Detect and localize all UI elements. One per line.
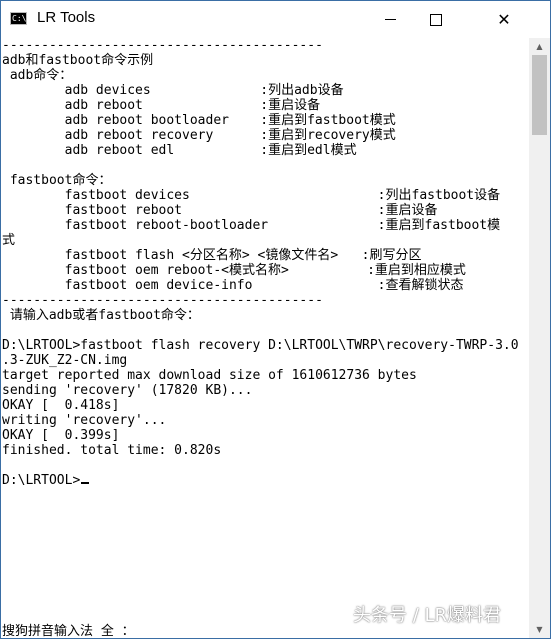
console-line: fastboot reboot :重启设备 [2,203,438,218]
console-line: fastboot命令： [2,173,112,188]
console-line: 请输入adb或者fastboot命令： [2,308,200,323]
console-line: adb reboot bootloader :重启到fastboot模式 [2,113,396,128]
console-line: finished. total time: 0.820s [2,443,222,458]
watermark: 头条号 / LR爆料君 [353,605,502,626]
minimize-button[interactable] [367,1,413,38]
console-line: adb reboot recovery :重启到recovery模式 [2,128,396,143]
command-prompt[interactable]: D:\LRTOOL> [2,473,90,488]
minimize-icon [384,19,396,20]
console-line: fastboot oem device-info :查看解锁状态 [2,278,464,293]
console-line: writing 'recovery'... [2,413,167,428]
scroll-thumb[interactable] [532,55,547,135]
prompt-text: D:\LRTOOL> [2,473,81,488]
ime-status-bar: 搜狗拼音输入法 全 ： [2,624,135,638]
console-line: OKAY [ 0.418s] [2,398,120,413]
maximize-icon [430,13,442,26]
console-line: adb命令： [2,68,73,83]
title-bar[interactable]: C:\ LR Tools ✕ [1,1,550,38]
console-line: fastboot reboot-bootloader :重启到fastboot模 [2,218,501,233]
console-line: sending 'recovery' (17820 KB)... [2,383,253,398]
scroll-up-arrow-icon[interactable]: ▲ [529,38,550,55]
console-line: OKAY [ 0.399s] [2,428,120,443]
console-line: target reported max download size of 161… [2,368,417,383]
console-line: 式 [2,233,16,248]
console-line: ----------------------------------------… [2,293,323,308]
console-line: adb devices :列出adb设备 [2,83,344,98]
console-window: C:\ LR Tools ✕ -------------------------… [0,0,551,639]
console-line: .3-ZUK_Z2-CN.img [2,353,128,368]
vertical-scrollbar[interactable]: ▲ ▼ [529,38,550,638]
console-line: fastboot oem reboot-<模式名称> :重启到相应模式 [2,263,466,278]
console-line: adb和fastboot命令示例 [2,53,154,68]
close-icon: ✕ [497,9,511,29]
console-line: D:\LRTOOL>fastboot flash recovery D:\LRT… [2,338,519,353]
close-button[interactable]: ✕ [459,1,549,38]
console-output[interactable]: ----------------------------------------… [1,38,529,638]
console-icon: C:\ [10,12,27,25]
console-line: fastboot devices :列出fastboot设备 [2,188,501,203]
scroll-down-arrow-icon[interactable]: ▼ [529,621,550,638]
console-line: fastboot flash <分区名称> <镜像文件名> :刷写分区 [2,248,422,263]
console-line: adb reboot edl :重启到edl模式 [2,143,357,158]
console-line: adb reboot :重启设备 [2,98,321,113]
text-cursor [81,482,90,484]
maximize-button[interactable] [413,1,459,38]
window-title: LR Tools [37,9,96,26]
console-line: ----------------------------------------… [2,38,323,53]
